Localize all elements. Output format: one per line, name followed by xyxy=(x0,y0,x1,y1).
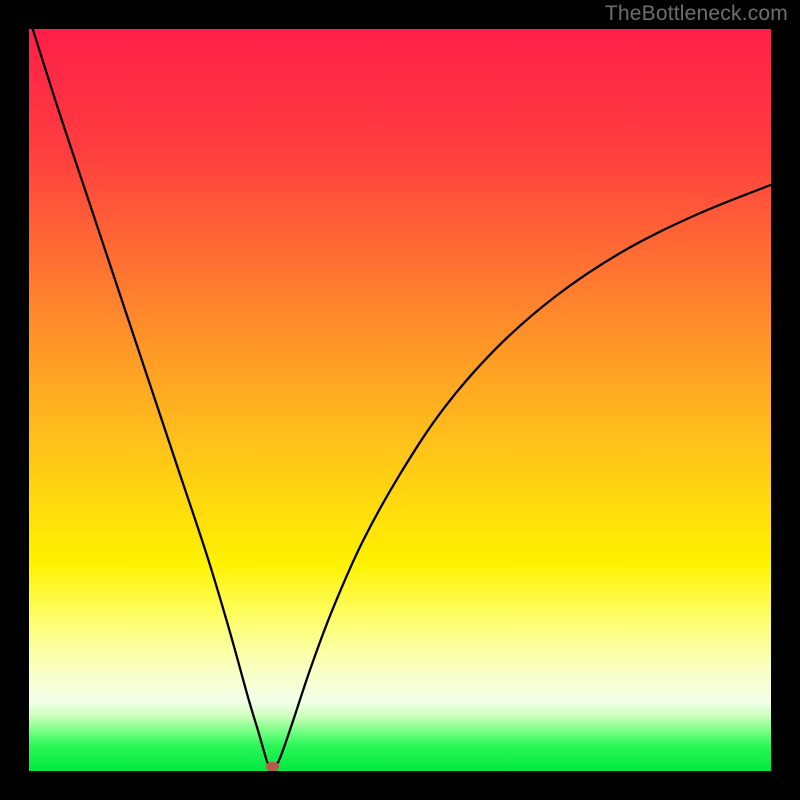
chart-frame: TheBottleneck.com xyxy=(0,0,800,800)
plot-area xyxy=(29,29,771,771)
curve-vertex-dot xyxy=(266,762,279,771)
bottleneck-curve xyxy=(29,29,771,771)
watermark-text: TheBottleneck.com xyxy=(605,2,788,26)
